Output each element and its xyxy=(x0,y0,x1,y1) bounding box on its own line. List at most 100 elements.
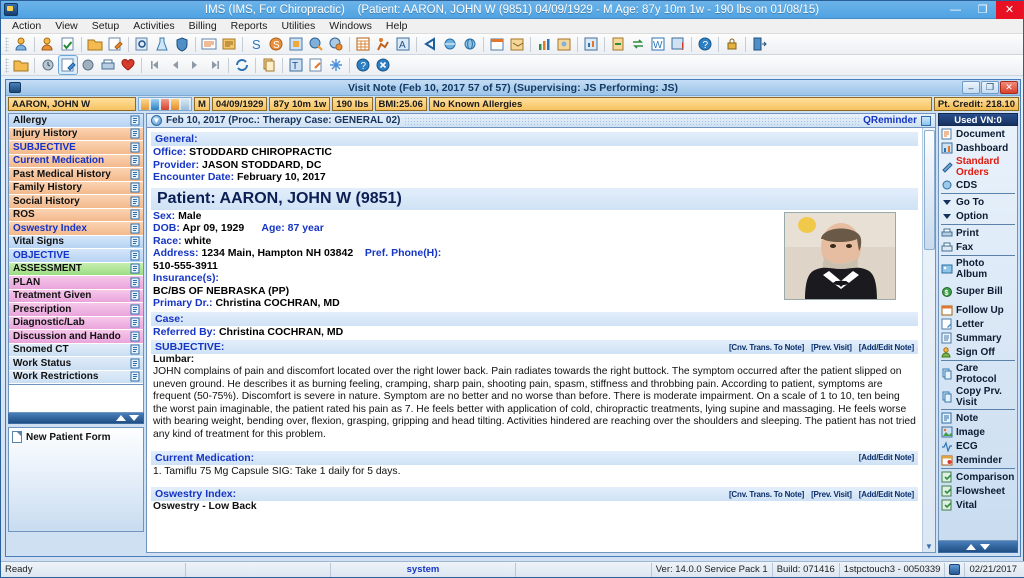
tray-icon[interactable] xyxy=(949,564,961,575)
action-item-note[interactable]: Note xyxy=(940,411,1016,425)
report-person-icon[interactable] xyxy=(555,35,573,53)
scroll-up-icon[interactable] xyxy=(116,415,126,421)
insurance-icon[interactable] xyxy=(327,35,345,53)
claims-icon[interactable] xyxy=(307,35,325,53)
first-record-icon[interactable] xyxy=(146,56,164,74)
settings-snow-icon[interactable] xyxy=(327,56,345,74)
patient-photo-flag-icon[interactable] xyxy=(141,98,149,110)
menu-utilities[interactable]: Utilities xyxy=(274,19,322,34)
lock-icon[interactable] xyxy=(723,35,741,53)
note-entry-icon[interactable] xyxy=(130,304,141,315)
action-item-comparison[interactable]: Comparison xyxy=(940,470,1016,484)
toolbar-grip[interactable] xyxy=(5,36,9,52)
edit-chart-icon[interactable] xyxy=(106,35,124,53)
referral-icon[interactable] xyxy=(508,35,526,53)
visit-close-button[interactable]: ✕ xyxy=(1000,81,1018,94)
note-entry-icon[interactable] xyxy=(130,128,141,139)
action-scroll-controls[interactable] xyxy=(938,541,1018,553)
note-section-scroll-controls[interactable] xyxy=(8,413,144,424)
sidebar-item-allergy[interactable]: Allergy xyxy=(9,114,143,128)
toolbar-grip[interactable] xyxy=(5,57,9,73)
scroll-down-arrow-icon[interactable]: ▼ xyxy=(925,542,933,551)
scroll-down-icon[interactable] xyxy=(129,415,139,421)
shield-icon[interactable] xyxy=(173,35,191,53)
clock-gray-icon[interactable] xyxy=(79,56,97,74)
open-folder-icon[interactable] xyxy=(86,35,104,53)
billing-icon[interactable]: S xyxy=(247,35,265,53)
ledger-icon[interactable] xyxy=(287,35,305,53)
maximize-button[interactable]: ❐ xyxy=(969,1,996,19)
sidebar-item-prescription[interactable]: Prescription xyxy=(9,303,143,317)
note-entry-icon[interactable] xyxy=(130,182,141,193)
sidebar-item-family-history[interactable]: Family History xyxy=(9,181,143,195)
action-item-standard-orders[interactable]: Standard Orders xyxy=(940,155,1016,178)
menu-windows[interactable]: Windows xyxy=(322,19,379,34)
back-arrow-icon[interactable] xyxy=(421,35,439,53)
note-entry-icon[interactable] xyxy=(130,344,141,355)
menu-help[interactable]: Help xyxy=(379,19,415,34)
action-item-document[interactable]: Document xyxy=(940,127,1016,141)
status-tray-icon-cell[interactable] xyxy=(945,562,966,577)
action-item-copy-prv-visit[interactable]: Copy Prv. Visit xyxy=(940,385,1016,408)
action-item-flowsheet[interactable]: Flowsheet xyxy=(940,484,1016,498)
scheduler-icon[interactable] xyxy=(354,35,372,53)
close-button[interactable]: ✕ xyxy=(996,0,1023,19)
open-chart-icon[interactable] xyxy=(12,56,30,74)
sidebar-item-subjective[interactable]: SUBJECTIVE xyxy=(9,141,143,155)
patient-check-icon[interactable] xyxy=(59,35,77,53)
action-item-follow-up[interactable]: Follow Up xyxy=(940,303,1016,317)
note-entry-icon[interactable] xyxy=(130,358,141,369)
action-item-sign-off[interactable]: Sign Off xyxy=(940,345,1016,359)
sidebar-item-current-medication[interactable]: Current Medication xyxy=(9,154,143,168)
oswestry-cnv-trans-link[interactable]: [Cnv. Trans. To Note] xyxy=(729,490,804,499)
new-patient-form-item[interactable]: New Patient Form xyxy=(12,431,140,443)
print-preview-icon[interactable] xyxy=(99,56,117,74)
next-record-icon[interactable] xyxy=(186,56,204,74)
action-item-reminder[interactable]: Reminder xyxy=(940,453,1016,467)
vitals-heart-icon[interactable] xyxy=(119,56,137,74)
globe-icon[interactable] xyxy=(461,35,479,53)
note-document[interactable]: General: Office: STODDARD CHIROPRACTIC P… xyxy=(147,128,922,552)
menu-view[interactable]: View xyxy=(48,19,85,34)
medication-add-edit-note-link[interactable]: [Add/Edit Note] xyxy=(859,453,914,462)
task-alert-icon[interactable]: ! xyxy=(669,35,687,53)
sidebar-item-snomed-ct[interactable]: Snomed CT xyxy=(9,343,143,357)
patient-icon[interactable] xyxy=(12,35,30,53)
expand-collapse-icon[interactable]: ▼ xyxy=(151,115,162,126)
action-item-dashboard[interactable]: Dashboard xyxy=(940,141,1016,155)
note-vertical-scrollbar[interactable]: ▲ ▼ xyxy=(922,128,935,552)
patient-info-flag-icon[interactable] xyxy=(181,98,189,110)
scrollbar-thumb[interactable] xyxy=(923,130,935,250)
action-item-summary[interactable]: Summary xyxy=(940,331,1016,345)
exit-icon[interactable] xyxy=(750,35,768,53)
close-window-icon[interactable] xyxy=(374,56,392,74)
patient-allergy-flag-icon[interactable] xyxy=(161,98,169,110)
prev-record-icon[interactable] xyxy=(166,56,184,74)
oswestry-add-edit-link[interactable]: [Add/Edit Note] xyxy=(859,490,914,499)
sync-icon[interactable] xyxy=(629,35,647,53)
analytics-icon[interactable] xyxy=(582,35,600,53)
sidebar-item-ros[interactable]: ROS xyxy=(9,208,143,222)
note-entry-icon[interactable] xyxy=(130,250,141,261)
visit-restore-button[interactable]: ❐ xyxy=(981,81,999,94)
activities-icon[interactable] xyxy=(374,35,392,53)
qreminder-label[interactable]: QReminder xyxy=(863,115,917,126)
globe-refresh-icon[interactable] xyxy=(441,35,459,53)
action-item-vital[interactable]: Vital xyxy=(940,498,1016,512)
help-about-icon[interactable]: ? xyxy=(354,56,372,74)
note-entry-icon[interactable] xyxy=(130,263,141,274)
help-icon[interactable]: ? xyxy=(696,35,714,53)
sidebar-item-treatment-given[interactable]: Treatment Given xyxy=(9,289,143,303)
visit-note-icon[interactable] xyxy=(200,35,218,53)
action-item-ecg[interactable]: ECG xyxy=(940,439,1016,453)
note-entry-icon[interactable] xyxy=(130,115,141,126)
patient-gender-flag-icon[interactable] xyxy=(171,98,179,110)
clock-history-icon[interactable] xyxy=(39,56,57,74)
action-item-go-to[interactable]: Go To xyxy=(940,195,1016,209)
menu-setup[interactable]: Setup xyxy=(85,19,126,34)
oswestry-prev-visit-link[interactable]: [Prev. Visit] xyxy=(811,490,852,499)
minimize-button[interactable]: — xyxy=(942,1,969,19)
sidebar-item-past-medical-history[interactable]: Past Medical History xyxy=(9,168,143,182)
patient-alert-flag-icon[interactable] xyxy=(151,98,159,110)
add-edit-note-link[interactable]: [Add/Edit Note] xyxy=(859,343,914,352)
